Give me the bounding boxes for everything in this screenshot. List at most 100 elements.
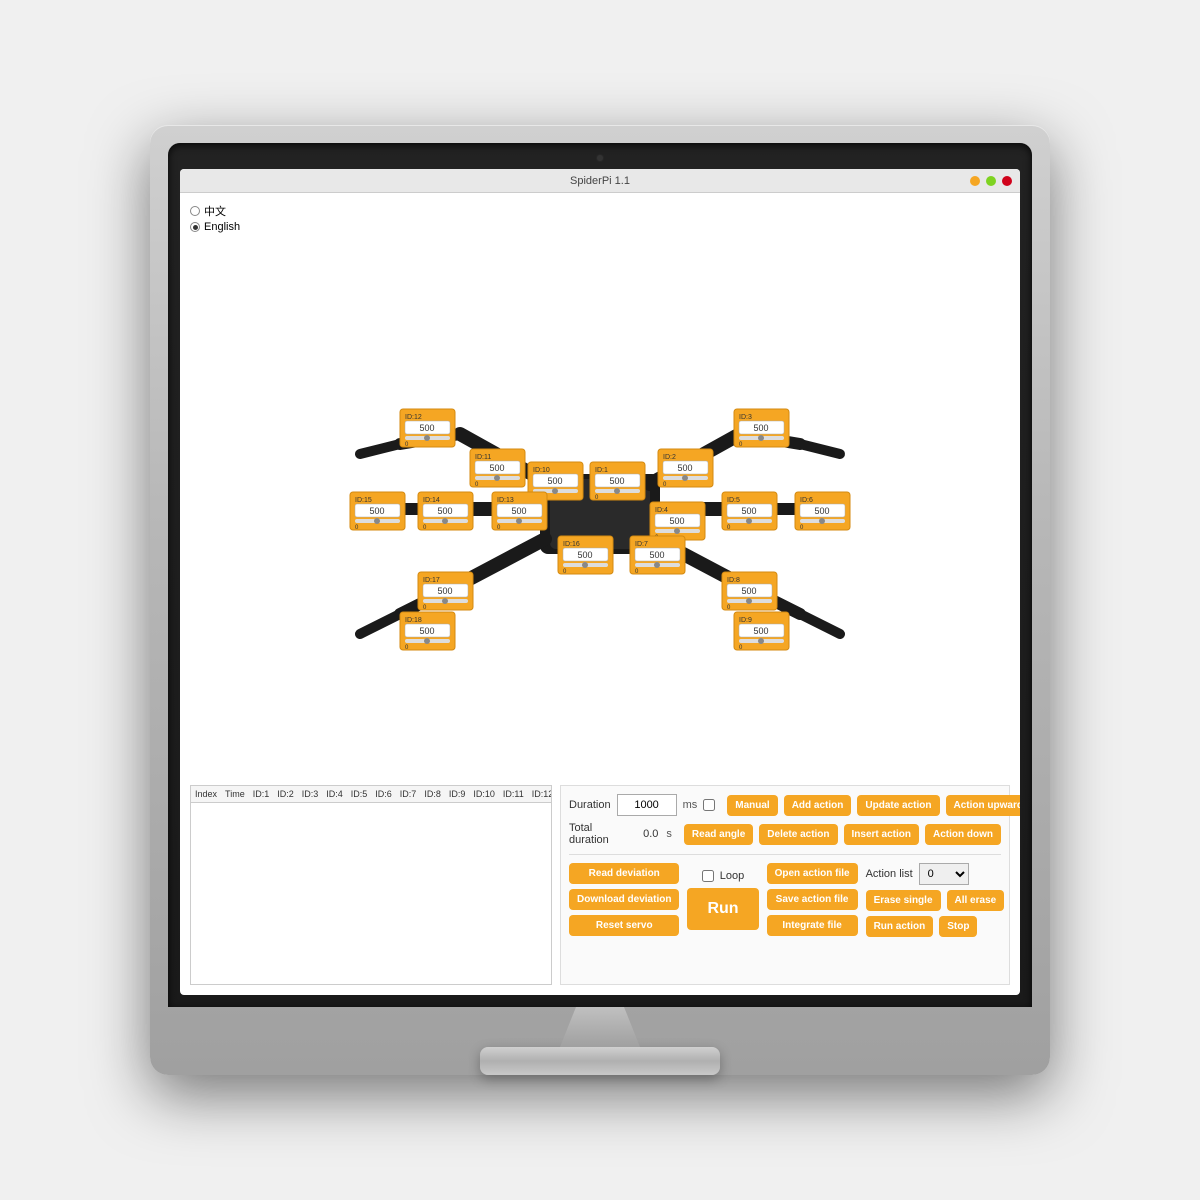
total-duration-value: 0.0 — [643, 828, 658, 840]
svg-text:ID:1: ID:1 — [595, 467, 608, 474]
mid-controls: Read deviation Download deviation Reset … — [569, 863, 1001, 937]
arm-fl-tip — [360, 444, 400, 454]
servo-8: ID:8 500 0 — [722, 572, 777, 611]
duration-checkbox[interactable] — [703, 799, 715, 811]
control-panel: Duration ms Manual Add action Update act… — [560, 785, 1010, 985]
svg-text:ID:8: ID:8 — [727, 577, 740, 584]
svg-text:500: 500 — [489, 463, 504, 473]
svg-text:500: 500 — [741, 506, 756, 516]
lang-english-row[interactable]: English — [190, 221, 1010, 233]
read-deviation-button[interactable]: Read deviation — [569, 863, 679, 884]
delete-action-button[interactable]: Delete action — [759, 824, 837, 845]
close-button[interactable] — [1002, 176, 1012, 186]
svg-text:500: 500 — [814, 506, 829, 516]
svg-text:ID:9: ID:9 — [739, 617, 752, 624]
screen: SpiderPi 1.1 中文 English — [180, 169, 1020, 995]
col-id1: ID:1 — [249, 786, 274, 803]
update-action-button[interactable]: Update action — [857, 795, 939, 816]
erase-single-button[interactable]: Erase single — [866, 890, 941, 911]
col-id6: ID:6 — [371, 786, 396, 803]
monitor-bezel: SpiderPi 1.1 中文 English — [168, 143, 1032, 1007]
reset-servo-button[interactable]: Reset servo — [569, 915, 679, 936]
servo-18: ID:18 500 0 — [400, 612, 455, 651]
maximize-button[interactable] — [986, 176, 996, 186]
insert-action-button[interactable]: Insert action — [844, 824, 919, 845]
run-button[interactable]: Run — [687, 888, 758, 930]
run-action-row: Run action Stop — [866, 916, 1005, 937]
action-down-button[interactable]: Action down — [925, 824, 1001, 845]
svg-text:500: 500 — [437, 506, 452, 516]
action-list-select[interactable]: 0 — [919, 863, 969, 885]
open-action-file-button[interactable]: Open action file — [767, 863, 858, 884]
add-action-button[interactable]: Add action — [784, 795, 852, 816]
lang-english-radio[interactable] — [190, 222, 200, 232]
lang-chinese-radio[interactable] — [190, 206, 200, 216]
robot-svg: ID:12 500 0 ID:11 500 — [340, 354, 860, 664]
loop-checkbox[interactable] — [702, 870, 714, 882]
arm-rl-tip — [360, 614, 400, 634]
servo-6: ID:6 500 0 — [795, 492, 850, 531]
monitor-shell: SpiderPi 1.1 中文 English — [150, 125, 1050, 1075]
run-area: Loop Run — [687, 863, 758, 937]
action-upward-button[interactable]: Action upward — [946, 795, 1021, 816]
manual-button[interactable]: Manual — [727, 795, 777, 816]
lang-chinese-row[interactable]: 中文 — [190, 203, 1010, 219]
svg-text:500: 500 — [741, 586, 756, 596]
data-table: Index Time ID:1 ID:2 ID:3 ID:4 ID:5 ID:6… — [191, 786, 552, 803]
col-id11: ID:11 — [499, 786, 528, 803]
app-title: SpiderPi 1.1 — [570, 175, 630, 187]
divider-1 — [569, 854, 1001, 855]
col-time: Time — [221, 786, 249, 803]
svg-text:ID:13: ID:13 — [497, 497, 514, 504]
svg-text:500: 500 — [419, 423, 434, 433]
stop-button[interactable]: Stop — [939, 916, 977, 937]
svg-text:ID:6: ID:6 — [800, 497, 813, 504]
lang-chinese-label: 中文 — [204, 203, 226, 219]
svg-text:500: 500 — [419, 626, 434, 636]
total-duration-unit: s — [666, 828, 672, 840]
svg-text:ID:15: ID:15 — [355, 497, 372, 504]
servo-12: ID:12 500 0 — [400, 409, 455, 448]
servo-11: ID:11 500 0 — [470, 449, 525, 488]
servo-15: ID:15 500 0 — [350, 492, 405, 531]
lang-english-label: English — [204, 221, 240, 233]
app-content: 中文 English — [180, 193, 1020, 995]
total-duration-label: Total duration — [569, 822, 633, 846]
all-erase-button[interactable]: All erase — [947, 890, 1005, 911]
servo-13: ID:13 500 0 — [492, 492, 547, 531]
servo-16: ID:16 500 0 — [558, 536, 613, 575]
download-deviation-button[interactable]: Download deviation — [569, 889, 679, 910]
action-list-row: Action list 0 — [866, 863, 1005, 885]
svg-text:500: 500 — [369, 506, 384, 516]
svg-text:ID:3: ID:3 — [739, 414, 752, 421]
arm-fr-tip — [800, 444, 840, 454]
window-controls — [970, 176, 1012, 186]
mid-far-right-buttons: Action list 0 Erase single All erase — [866, 863, 1005, 937]
save-action-file-button[interactable]: Save action file — [767, 889, 858, 910]
col-id5: ID:5 — [347, 786, 372, 803]
stand-foot — [480, 1047, 720, 1075]
mid-left-buttons: Read deviation Download deviation Reset … — [569, 863, 679, 937]
svg-text:ID:12: ID:12 — [405, 414, 422, 421]
svg-text:ID:5: ID:5 — [727, 497, 740, 504]
duration-unit: ms — [683, 799, 698, 811]
svg-text:500: 500 — [511, 506, 526, 516]
col-id7: ID:7 — [396, 786, 421, 803]
read-angle-button[interactable]: Read angle — [684, 824, 753, 845]
col-id12: ID:12 — [528, 786, 552, 803]
total-duration-row: Total duration 0.0 s Read angle Delete a… — [569, 822, 1001, 846]
duration-input[interactable] — [617, 794, 677, 816]
title-bar: SpiderPi 1.1 — [180, 169, 1020, 193]
svg-text:ID:2: ID:2 — [663, 454, 676, 461]
col-id2: ID:2 — [273, 786, 298, 803]
minimize-button[interactable] — [970, 176, 980, 186]
run-action-button[interactable]: Run action — [866, 916, 934, 937]
col-id3: ID:3 — [298, 786, 323, 803]
svg-text:500: 500 — [547, 476, 562, 486]
svg-text:ID:10: ID:10 — [533, 467, 550, 474]
bottom-panel: Index Time ID:1 ID:2 ID:3 ID:4 ID:5 ID:6… — [190, 785, 1010, 985]
integrate-file-button[interactable]: Integrate file — [767, 915, 858, 936]
erase-row: Erase single All erase — [866, 890, 1005, 911]
table-area[interactable]: Index Time ID:1 ID:2 ID:3 ID:4 ID:5 ID:6… — [190, 785, 552, 985]
loop-label: Loop — [720, 870, 744, 882]
